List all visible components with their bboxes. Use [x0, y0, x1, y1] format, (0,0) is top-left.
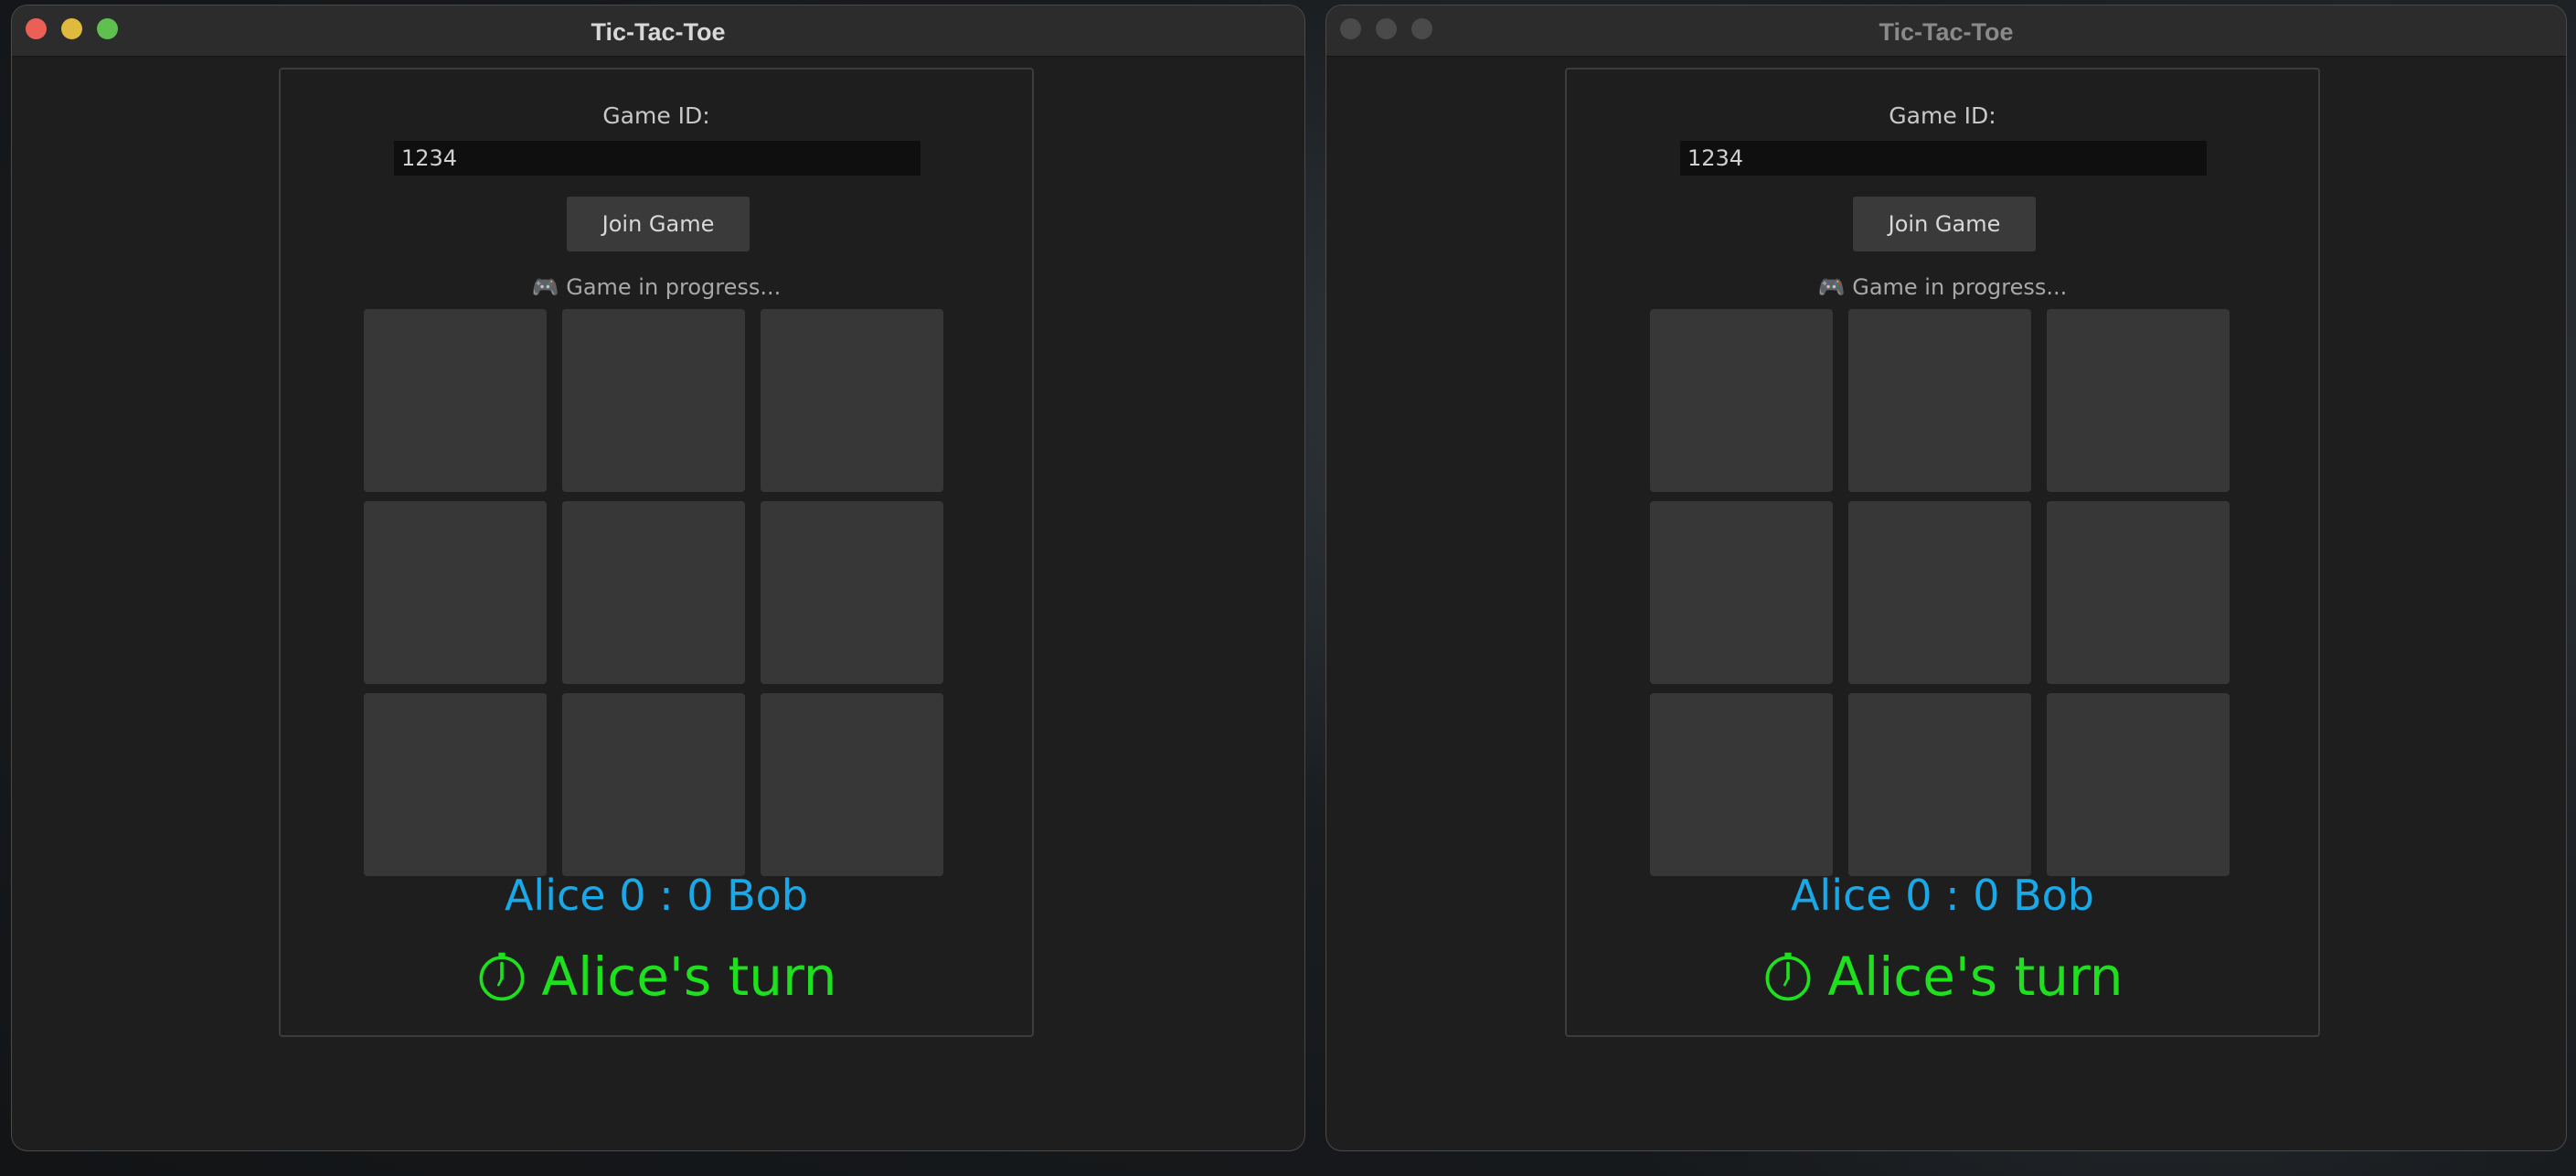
board-cell-5[interactable] [1848, 501, 2031, 684]
board-cell-9[interactable] [761, 693, 943, 876]
board-cell-8[interactable] [1848, 693, 2031, 876]
game-panel: Game ID: Join Game 🎮 Game in progress...… [279, 68, 1034, 1037]
score-display: Alice 0 : 0 Bob [504, 871, 809, 920]
board-cell-2[interactable] [562, 309, 745, 492]
window-title: Tic-Tac-Toe [1879, 18, 2014, 46]
board-cell-1[interactable] [364, 309, 547, 492]
stopwatch-icon [479, 952, 525, 1001]
turn-indicator: Alice's turn [281, 946, 1032, 1008]
board-cell-7[interactable] [1650, 693, 1833, 876]
turn-text: Alice's turn [541, 946, 837, 1008]
board-cell-6[interactable] [2047, 501, 2230, 684]
game-id-label: Game ID: [1889, 102, 1996, 129]
turn-indicator: Alice's turn [1567, 946, 2318, 1008]
game-window-1: Tic-Tac-Toe Game ID: Join Game 🎮 Game in… [11, 5, 1305, 1151]
game-board [364, 309, 943, 876]
join-game-button[interactable]: Join Game [567, 197, 750, 251]
turn-text: Alice's turn [1827, 946, 2124, 1008]
status-text: 🎮 Game in progress... [531, 274, 782, 300]
board-cell-8[interactable] [562, 693, 745, 876]
board-cell-3[interactable] [2047, 309, 2230, 492]
score-display: Alice 0 : 0 Bob [1790, 871, 2095, 920]
stopwatch-icon [1765, 952, 1811, 1001]
game-status: 🎮 Game in progress... [281, 274, 1032, 300]
game-panel: Game ID: Join Game 🎮 Game in progress...… [1565, 68, 2320, 1037]
board-cell-4[interactable] [1650, 501, 1833, 684]
game-id-label: Game ID: [602, 102, 710, 129]
board-cell-3[interactable] [761, 309, 943, 492]
join-game-button[interactable]: Join Game [1853, 197, 2036, 251]
title-bar[interactable]: Tic-Tac-Toe [1326, 5, 2566, 57]
game-id-input[interactable] [1680, 141, 2207, 176]
board-cell-1[interactable] [1650, 309, 1833, 492]
game-window-2: Tic-Tac-Toe Game ID: Join Game 🎮 Game in… [1325, 5, 2567, 1151]
game-board [1650, 309, 2230, 876]
game-id-input[interactable] [394, 141, 921, 176]
board-cell-7[interactable] [364, 693, 547, 876]
board-cell-2[interactable] [1848, 309, 2031, 492]
title-bar[interactable]: Tic-Tac-Toe [12, 5, 1304, 57]
status-text: 🎮 Game in progress... [1817, 274, 2068, 300]
board-cell-9[interactable] [2047, 693, 2230, 876]
window-title: Tic-Tac-Toe [591, 18, 726, 46]
board-cell-4[interactable] [364, 501, 547, 684]
board-cell-6[interactable] [761, 501, 943, 684]
game-status: 🎮 Game in progress... [1567, 274, 2318, 300]
board-cell-5[interactable] [562, 501, 745, 684]
